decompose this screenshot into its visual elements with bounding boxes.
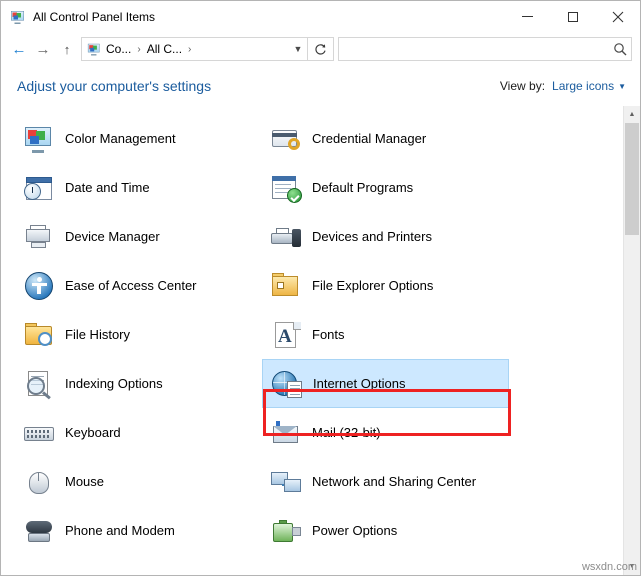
credential-manager-icon (270, 123, 302, 155)
control-panel-item-default-programs[interactable]: Default Programs (262, 163, 509, 212)
navigation-bar: ← → ↑ Co... › All C... › ▼ (1, 32, 640, 66)
item-label: Date and Time (65, 179, 150, 196)
control-panel-item-date-and-time[interactable]: Date and Time (15, 163, 262, 212)
refresh-icon (314, 43, 327, 56)
vertical-scrollbar[interactable]: ▲ ▼ (623, 106, 640, 575)
window-title: All Control Panel Items (33, 10, 155, 24)
view-by-label: View by: (500, 79, 545, 93)
item-label: Fonts (312, 326, 345, 343)
breadcrumb-label-all-items: All C... (147, 42, 182, 56)
control-panel-item-network-and-sharing-center[interactable]: Network and Sharing Center (262, 457, 509, 506)
keyboard-icon (23, 417, 55, 449)
control-panel-window: All Control Panel Items ← → ↑ (0, 0, 641, 576)
device-manager-icon (23, 221, 55, 253)
item-label: Color Management (65, 130, 176, 147)
file-explorer-options-icon (270, 270, 302, 302)
breadcrumb-item-control-panel[interactable]: Co... (82, 42, 132, 56)
item-label: File History (65, 326, 130, 343)
content-area: Color Management Credential Manager Date… (1, 106, 640, 575)
control-panel-item-devices-and-printers[interactable]: Devices and Printers (262, 212, 509, 261)
phone-and-modem-icon (23, 515, 55, 547)
up-arrow-icon[interactable]: ↑ (55, 37, 79, 61)
title-bar: All Control Panel Items (1, 1, 640, 32)
control-panel-item-fonts[interactable]: A Fonts (262, 310, 509, 359)
search-input[interactable] (339, 41, 609, 57)
control-panel-icon (10, 9, 26, 25)
control-panel-items-grid: Color Management Credential Manager Date… (1, 114, 623, 555)
forward-arrow-icon[interactable]: → (31, 37, 55, 61)
scrollbar-track[interactable] (624, 123, 640, 558)
indexing-options-icon (23, 368, 55, 400)
search-icon[interactable] (609, 42, 631, 57)
close-icon (612, 11, 624, 23)
control-panel-item-ease-of-access-center[interactable]: Ease of Access Center (15, 261, 262, 310)
page-header: Adjust your computer's settings View by:… (1, 66, 640, 106)
refresh-button[interactable] (308, 37, 334, 61)
items-pane: Color Management Credential Manager Date… (1, 106, 623, 575)
devices-and-printers-icon (270, 221, 302, 253)
watermark: wsxdn.com (582, 561, 637, 573)
default-programs-icon (270, 172, 302, 204)
address-bar[interactable]: Co... › All C... › ▼ (81, 37, 308, 61)
page-title: Adjust your computer's settings (17, 78, 211, 94)
item-label: Phone and Modem (65, 522, 175, 539)
caption-button-group (505, 1, 640, 32)
item-label: Credential Manager (312, 130, 426, 147)
control-panel-item-keyboard[interactable]: Keyboard (15, 408, 262, 457)
item-label: Default Programs (312, 179, 413, 196)
control-panel-item-phone-and-modem[interactable]: Phone and Modem (15, 506, 262, 555)
item-label: Devices and Printers (312, 228, 432, 245)
view-by-value[interactable]: Large icons (552, 79, 614, 93)
control-panel-item-internet-options[interactable]: Internet Options (262, 359, 509, 408)
chevron-down-icon[interactable]: ▼ (618, 82, 626, 91)
mail-icon (270, 417, 302, 449)
scroll-up-icon[interactable]: ▲ (624, 106, 640, 123)
chevron-down-icon[interactable]: ▼ (289, 38, 307, 60)
control-panel-item-indexing-options[interactable]: Indexing Options (15, 359, 262, 408)
item-label: Mouse (65, 473, 104, 490)
maximize-icon (568, 12, 578, 22)
scrollbar-thumb[interactable] (625, 123, 639, 235)
item-label: Internet Options (313, 375, 406, 392)
internet-options-icon (271, 368, 303, 400)
item-label: Mail (32-bit) (312, 424, 381, 441)
search-box[interactable] (338, 37, 632, 61)
item-label: Keyboard (65, 424, 121, 441)
file-history-icon (23, 319, 55, 351)
control-panel-item-file-history[interactable]: File History (15, 310, 262, 359)
control-panel-item-mouse[interactable]: Mouse (15, 457, 262, 506)
date-and-time-icon (23, 172, 55, 204)
fonts-icon: A (270, 319, 302, 351)
breadcrumb-label-control-panel: Co... (106, 42, 131, 56)
maximize-button[interactable] (550, 1, 595, 32)
control-panel-item-color-management[interactable]: Color Management (15, 114, 262, 163)
minimize-icon (522, 16, 533, 17)
control-panel-small-icon (87, 42, 103, 56)
view-by-control[interactable]: View by: Large icons ▼ (500, 79, 626, 93)
power-options-icon (270, 515, 302, 547)
control-panel-item-power-options[interactable]: Power Options (262, 506, 509, 555)
mouse-icon (23, 466, 55, 498)
breadcrumb-separator-2[interactable]: › (183, 44, 196, 55)
item-label: Ease of Access Center (65, 277, 197, 294)
item-label: Power Options (312, 522, 397, 539)
control-panel-item-file-explorer-options[interactable]: File Explorer Options (262, 261, 509, 310)
item-label: Network and Sharing Center (312, 473, 476, 490)
control-panel-item-device-manager[interactable]: Device Manager (15, 212, 262, 261)
item-label: File Explorer Options (312, 277, 433, 294)
item-label: Indexing Options (65, 375, 163, 392)
color-management-icon (23, 123, 55, 155)
item-label: Device Manager (65, 228, 160, 245)
breadcrumb-separator-1[interactable]: › (132, 44, 145, 55)
back-arrow-icon[interactable]: ← (7, 37, 31, 61)
ease-of-access-center-icon (23, 270, 55, 302)
close-button[interactable] (595, 1, 640, 32)
network-and-sharing-center-icon (270, 466, 302, 498)
control-panel-item-credential-manager[interactable]: Credential Manager (262, 114, 509, 163)
minimize-button[interactable] (505, 1, 550, 32)
breadcrumb-item-all-items[interactable]: All C... (146, 42, 183, 56)
control-panel-item-mail[interactable]: Mail (32-bit) (262, 408, 509, 457)
